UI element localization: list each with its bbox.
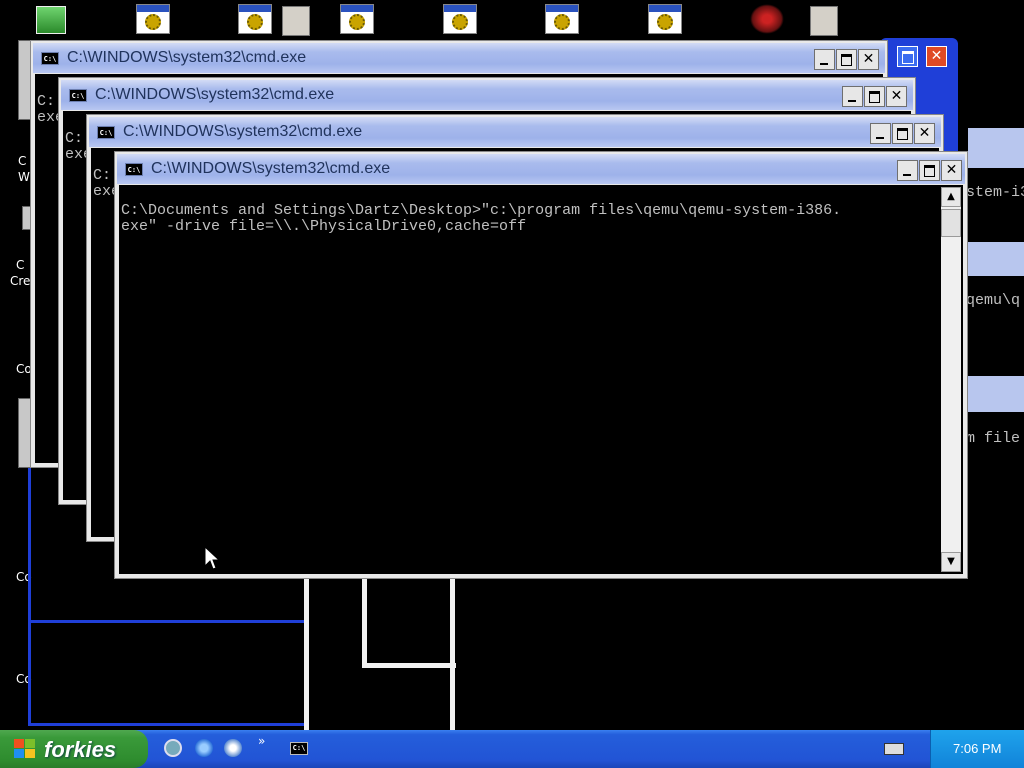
window-outline [362,578,367,668]
media-player-icon[interactable] [224,739,242,757]
taskbar: forkies » C:\ 7:06 PM [0,730,1024,768]
background-window [968,128,1024,168]
background-window [968,376,1024,412]
background-text: stem-i3 [966,184,1024,201]
close-button[interactable]: ✕ [914,123,935,144]
desktop-program-icon[interactable] [238,4,272,34]
maximize-button[interactable] [864,86,885,107]
cmd-icon: C:\ [41,52,59,65]
background-text: qemu\q [966,292,1021,309]
desktop-program-icon[interactable] [443,4,477,34]
cmd-icon: C:\ [69,89,87,102]
titlebar[interactable]: C:\ C:\WINDOWS\system32\cmd.exe ✕ [89,117,941,147]
desktop-folder-icon[interactable] [282,6,310,36]
minimize-button[interactable] [842,86,863,107]
window-title: C:\WINDOWS\system32\cmd.exe [151,160,391,177]
scroll-down-button[interactable]: ▼ [941,552,961,572]
desktop-green-icon[interactable] [36,6,66,34]
window-outline [362,663,456,668]
titlebar[interactable]: C:\ C:\WINDOWS\system32\cmd.exe ✕ [61,80,913,110]
quicklaunch-more-icon[interactable]: » [258,734,265,748]
mouse-cursor-icon [204,546,220,570]
desktop-program-icon[interactable] [340,4,374,34]
window-outline [28,723,306,726]
minimize-button[interactable] [814,49,835,70]
close-button[interactable]: ✕ [926,46,947,67]
titlebar[interactable]: C:\ C:\WINDOWS\system32\cmd.exe ✕ [33,43,885,73]
background-text: m file [966,430,1021,447]
window-title: C:\WINDOWS\system32\cmd.exe [123,123,363,140]
console-text: C:\Documents and Settings\Dartz\Desktop>… [121,202,842,235]
titlebar[interactable]: C:\ C:\WINDOWS\system32\cmd.exe ✕ [117,154,965,184]
window-outline [28,620,306,623]
close-button[interactable]: ✕ [858,49,879,70]
desktop-icon-label: C [16,258,25,272]
scroll-up-button[interactable]: ▲ [941,187,961,207]
keyboard-icon[interactable] [884,743,904,755]
desktop-program-icon[interactable] [545,4,579,34]
window-title: C:\WINDOWS\system32\cmd.exe [67,49,307,66]
start-button[interactable]: forkies [0,730,148,768]
desktop-program-icon[interactable] [136,4,170,34]
close-button[interactable]: ✕ [941,160,962,181]
desktop-icon-label: Cre [10,274,31,288]
background-window [968,242,1024,276]
cmd-window-front[interactable]: C:\ C:\WINDOWS\system32\cmd.exe ✕ C:\Doc… [114,151,968,579]
maximize-button[interactable] [836,49,857,70]
quicklaunch-app-icon[interactable] [164,739,182,757]
cmd-icon: C:\ [290,742,308,755]
desktop-icon-label: W [18,170,30,184]
windows-logo-icon [14,739,36,759]
console-area[interactable]: C:\Documents and Settings\Dartz\Desktop>… [119,185,963,574]
scroll-thumb[interactable] [941,209,961,237]
taskbar-cmd-button[interactable]: C:\ [282,735,318,763]
desktop-program-icon[interactable] [648,4,682,34]
vertical-scrollbar[interactable]: ▲ ▼ [941,187,961,572]
window-outline [304,578,309,730]
system-tray: 7:06 PM [930,730,1024,768]
internet-explorer-icon[interactable] [195,739,213,757]
minimize-button[interactable] [870,123,891,144]
minimize-button[interactable] [897,160,918,181]
cmd-icon: C:\ [97,126,115,139]
close-button[interactable]: ✕ [886,86,907,107]
window-outline [28,468,31,726]
desktop-red-emblem-icon[interactable] [750,4,784,34]
desktop-icon-label: C [18,154,27,168]
window-title: C:\WINDOWS\system32\cmd.exe [95,86,335,103]
clock[interactable]: 7:06 PM [953,741,1001,756]
desktop-folder-icon[interactable] [810,6,838,36]
maximize-button[interactable] [892,123,913,144]
start-label: forkies [44,737,117,762]
maximize-button[interactable] [919,160,940,181]
cmd-icon: C:\ [125,163,143,176]
maximize-button[interactable] [897,46,918,67]
window-outline [450,578,455,730]
